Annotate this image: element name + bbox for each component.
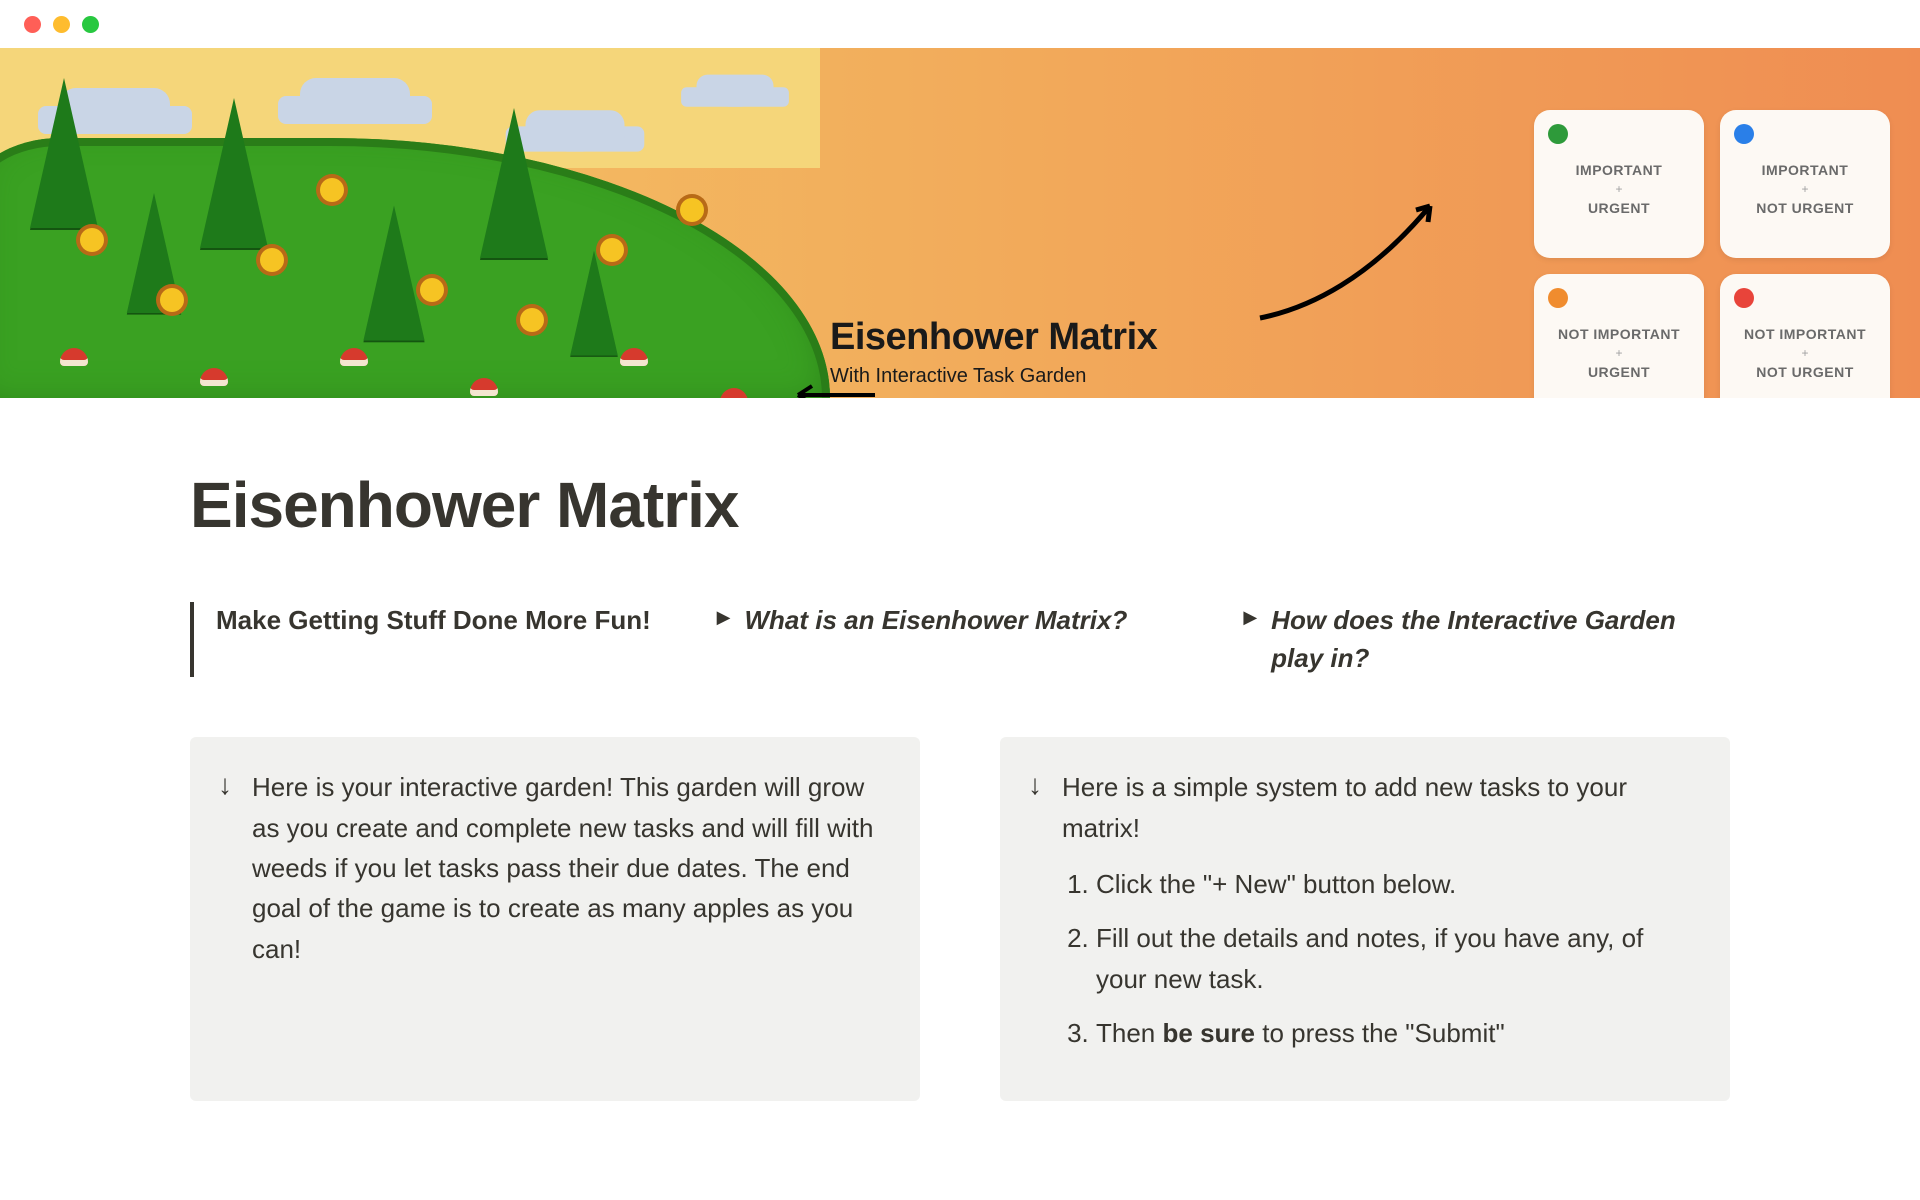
callout-body: Here is your interactive garden! This ga… bbox=[252, 767, 884, 1067]
page-content: Eisenhower Matrix Make Getting Stuff Don… bbox=[0, 398, 1920, 1101]
quadrant-dot-icon bbox=[1734, 124, 1754, 144]
step3-bold: be sure bbox=[1163, 1018, 1256, 1048]
step3-suffix: to press the "Submit" bbox=[1255, 1018, 1505, 1048]
page-title: Eisenhower Matrix bbox=[190, 468, 1730, 542]
arrow-down-icon: ↓ bbox=[1028, 767, 1042, 1067]
plus-icon: + bbox=[1548, 346, 1690, 360]
maximize-window-button[interactable] bbox=[82, 16, 99, 33]
minimize-window-button[interactable] bbox=[53, 16, 70, 33]
plus-icon: + bbox=[1548, 182, 1690, 196]
toggle-how-garden[interactable]: ▶ How does the Interactive Garden play i… bbox=[1243, 602, 1730, 677]
banner-title: Eisenhower Matrix bbox=[830, 316, 1157, 359]
quadrant-line2: URGENT bbox=[1548, 364, 1690, 380]
callout-garden: ↓ Here is your interactive garden! This … bbox=[190, 737, 920, 1101]
triangle-right-icon: ▶ bbox=[717, 607, 731, 628]
close-window-button[interactable] bbox=[24, 16, 41, 33]
toggle-label: How does the Interactive Garden play in? bbox=[1271, 602, 1730, 677]
quadrant-line1: NOT IMPORTANT bbox=[1548, 326, 1690, 342]
arrow-left-icon bbox=[790, 380, 880, 398]
quadrant-dot-icon bbox=[1548, 124, 1568, 144]
quadrant-line2: NOT URGENT bbox=[1734, 200, 1876, 216]
quadrant-card-notimportant-urgent: NOT IMPORTANT + URGENT bbox=[1534, 274, 1704, 398]
callout-body: Here is a simple system to add new tasks… bbox=[1062, 767, 1694, 1067]
list-item: Click the "+ New" button below. bbox=[1096, 864, 1694, 904]
list-item: Then be sure to press the "Submit" bbox=[1096, 1013, 1694, 1053]
banner-title-block: Eisenhower Matrix With Interactive Task … bbox=[830, 316, 1157, 388]
step3-prefix: Then bbox=[1096, 1018, 1163, 1048]
quadrant-dot-icon bbox=[1734, 288, 1754, 308]
arrow-curve-icon bbox=[1250, 188, 1450, 328]
window-chrome bbox=[0, 0, 1920, 48]
quadrant-line1: IMPORTANT bbox=[1548, 162, 1690, 178]
list-item: Fill out the details and notes, if you h… bbox=[1096, 918, 1694, 999]
intro-columns: Make Getting Stuff Done More Fun! ▶ What… bbox=[190, 602, 1730, 677]
quadrant-card-notimportant-noturgent: NOT IMPORTANT + NOT URGENT bbox=[1720, 274, 1890, 398]
cover-banner: Eisenhower Matrix With Interactive Task … bbox=[0, 48, 1920, 398]
tagline-text: Make Getting Stuff Done More Fun! bbox=[216, 602, 677, 640]
pixel-garden-art bbox=[0, 48, 820, 398]
plus-icon: + bbox=[1734, 346, 1876, 360]
quadrant-card-important-urgent: IMPORTANT + URGENT bbox=[1534, 110, 1704, 258]
triangle-right-icon: ▶ bbox=[1243, 607, 1257, 628]
quadrant-line1: NOT IMPORTANT bbox=[1734, 326, 1876, 342]
matrix-quadrant-grid: IMPORTANT + URGENT IMPORTANT + NOT URGEN… bbox=[1534, 110, 1890, 398]
arrow-down-icon: ↓ bbox=[218, 767, 232, 1067]
quadrant-line2: URGENT bbox=[1548, 200, 1690, 216]
quadrant-line1: IMPORTANT bbox=[1734, 162, 1876, 178]
toggle-label: What is an Eisenhower Matrix? bbox=[745, 602, 1128, 640]
quadrant-dot-icon bbox=[1548, 288, 1568, 308]
steps-list: Click the "+ New" button below. Fill out… bbox=[1062, 864, 1694, 1053]
callout-columns: ↓ Here is your interactive garden! This … bbox=[190, 737, 1730, 1101]
plus-icon: + bbox=[1734, 182, 1876, 196]
callout-add-tasks: ↓ Here is a simple system to add new tas… bbox=[1000, 737, 1730, 1101]
callout-intro: Here is a simple system to add new tasks… bbox=[1062, 772, 1627, 842]
quadrant-line2: NOT URGENT bbox=[1734, 364, 1876, 380]
toggle-what-is[interactable]: ▶ What is an Eisenhower Matrix? bbox=[717, 602, 1204, 677]
tagline-block: Make Getting Stuff Done More Fun! bbox=[190, 602, 677, 677]
quadrant-card-important-noturgent: IMPORTANT + NOT URGENT bbox=[1720, 110, 1890, 258]
